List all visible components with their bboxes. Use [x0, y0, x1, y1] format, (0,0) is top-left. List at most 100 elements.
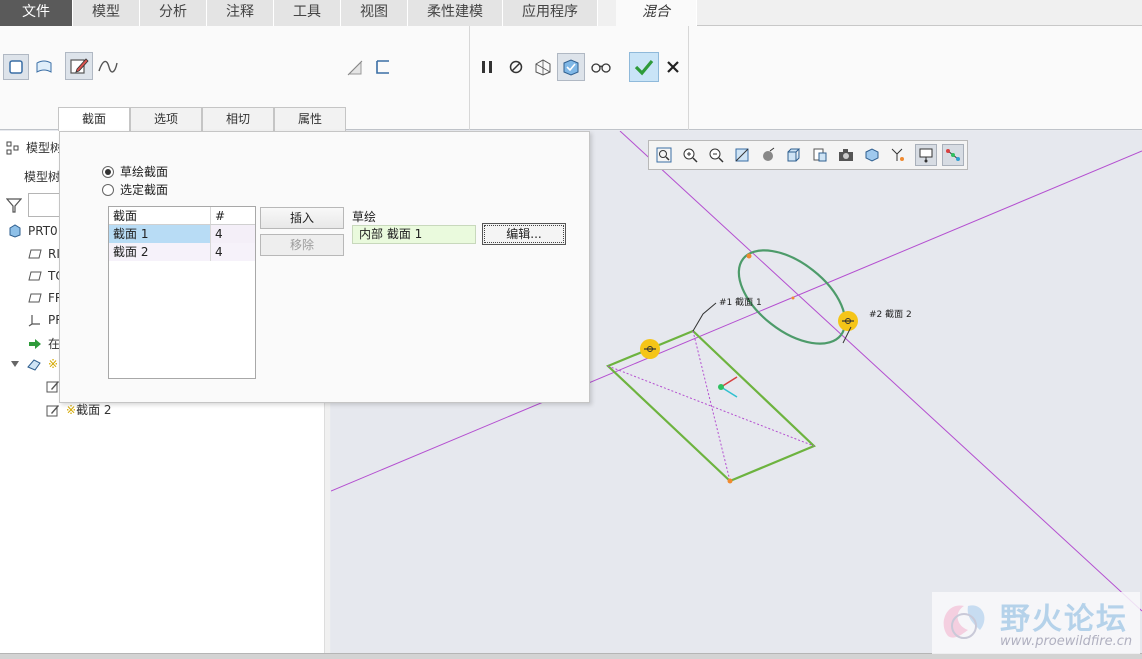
tab-analysis[interactable]: 分析	[140, 0, 207, 26]
surface-button[interactable]	[31, 54, 57, 80]
column-header-count: #	[215, 209, 226, 223]
verify-preview-icon	[563, 59, 579, 76]
section-count-cell: 4	[215, 245, 223, 259]
verify-preview-button[interactable]	[557, 53, 585, 81]
refit-button[interactable]	[653, 144, 675, 166]
preview-mesh-button[interactable]	[530, 54, 556, 80]
repaint-button[interactable]	[731, 144, 753, 166]
section-name-cell: 截面 2	[109, 243, 211, 261]
preview-mesh-icon	[535, 59, 551, 76]
tree-item-front[interactable]: FR	[28, 291, 63, 305]
ok-button[interactable]	[629, 52, 659, 82]
remove-button[interactable]: 移除	[260, 234, 344, 256]
radio-sketched-label: 草绘截面	[120, 165, 169, 179]
pause-icon	[482, 61, 492, 73]
tab-applications[interactable]: 应用程序	[503, 0, 598, 26]
display-style-button[interactable]	[757, 144, 779, 166]
view-manager-button[interactable]	[809, 144, 831, 166]
graphics-toolbar	[648, 140, 968, 170]
subtab-options[interactable]: 选项	[130, 107, 202, 131]
coord-system-icon	[28, 315, 40, 327]
repaint-icon	[735, 148, 749, 162]
zoom-out-button[interactable]	[705, 144, 727, 166]
solid-button[interactable]	[3, 54, 29, 80]
section1-leader-line	[692, 302, 717, 332]
tree-item-label: PRT0	[28, 224, 58, 238]
tab-flexible-modeling[interactable]: 柔性建模	[408, 0, 503, 26]
sketch-pencil-icon	[70, 58, 89, 74]
glasses-preview-button[interactable]	[588, 54, 614, 80]
subtab-tangency[interactable]: 相切	[202, 107, 274, 131]
section1-label: #1 截面 1	[719, 298, 762, 308]
section-count-cell: 4	[211, 225, 255, 243]
sketch-icon	[46, 381, 59, 393]
section-name-cell: 截面 1	[109, 225, 211, 243]
edit-button-label: 编辑...	[484, 225, 564, 243]
saved-views-icon	[787, 148, 801, 162]
subtab-properties[interactable]: 属性	[274, 107, 346, 131]
tab-bar-fill	[697, 0, 1142, 26]
annotation-display-button[interactable]	[915, 144, 937, 166]
table-row[interactable]: 截面 1 4	[109, 225, 255, 243]
tree-item-section2[interactable]: ※ 截面 2	[46, 401, 112, 418]
watermark-url: www.proewildfire.cn	[1000, 634, 1133, 649]
model-tree-icon	[6, 141, 19, 154]
table-row[interactable]: 截面 2 4	[109, 243, 255, 261]
tree-item-part[interactable]: PRT0	[8, 224, 58, 238]
filter-icon	[6, 198, 22, 213]
radio-sketched-sections[interactable]: 草绘截面	[102, 163, 168, 180]
view-manager-icon	[813, 148, 827, 162]
sections-table: 截面 # 截面 1 4 截面 2 4	[108, 206, 256, 379]
tree-item-insert-here[interactable]: 在	[28, 335, 60, 352]
radio-button-unchecked[interactable]	[102, 183, 114, 196]
radio-selected-label: 选定截面	[120, 183, 169, 197]
new-item-star-icon: ※	[66, 402, 77, 417]
tab-view[interactable]: 视图	[341, 0, 408, 26]
insert-button[interactable]: 插入	[260, 207, 344, 229]
sections-slideup-panel: 草绘截面 选定截面 截面 # 截面 1 4 截面 2 4 插入 移除 草绘 内部…	[59, 131, 590, 403]
sketch-icon	[46, 404, 59, 416]
tree-filter-text: 模型树	[24, 170, 61, 184]
tree-item-label: 截面 2	[76, 403, 112, 417]
saved-orientations-button[interactable]	[783, 144, 805, 166]
remove-material-icon	[347, 60, 363, 76]
tab-annotate[interactable]: 注释	[207, 0, 274, 26]
subtab-sections[interactable]: 截面	[58, 107, 130, 132]
forum-watermark: 野火论坛 www.proewildfire.cn	[932, 592, 1140, 654]
perspective-button[interactable]	[835, 144, 857, 166]
tab-blend[interactable]: 混合	[616, 0, 697, 26]
tree-item-label: ※	[48, 357, 59, 371]
sketched-sections-button[interactable]	[65, 52, 93, 80]
spin-center-button[interactable]	[942, 144, 964, 166]
datum-display-icon	[891, 148, 904, 161]
section-display-button[interactable]	[861, 144, 883, 166]
tab-model[interactable]: 模型	[73, 0, 140, 26]
pause-button[interactable]	[474, 54, 500, 80]
triad-origin	[718, 384, 724, 390]
sketch-value-field: 内部 截面 1	[352, 225, 476, 244]
tree-filter-label: 模型树	[24, 168, 60, 185]
no-preview-button[interactable]	[503, 54, 529, 80]
edit-sketch-button[interactable]: 编辑...	[482, 223, 566, 245]
radio-button-checked[interactable]	[102, 165, 114, 178]
remove-material-button[interactable]	[342, 54, 368, 80]
zoom-in-button[interactable]	[679, 144, 701, 166]
checkmark-icon	[634, 59, 654, 76]
part-icon	[9, 224, 21, 238]
ribbon-tab-bar: 文件 模型 分析 注释 工具 视图 柔性建模 应用程序 混合	[0, 0, 1142, 26]
tree-item-blend[interactable]: ※	[10, 357, 58, 371]
tab-tools[interactable]: 工具	[274, 0, 341, 26]
datum-display-button[interactable]	[887, 144, 909, 166]
column-header-section: 截面	[109, 207, 211, 224]
radio-selected-sections[interactable]: 选定截面	[102, 181, 168, 198]
tab-file[interactable]: 文件	[0, 0, 73, 26]
refit-icon	[656, 147, 672, 163]
tree-item-right[interactable]: RI	[28, 247, 60, 261]
annotation-display-icon	[919, 148, 933, 163]
cancel-button[interactable]	[660, 54, 686, 80]
start-point-marker	[746, 253, 752, 259]
thicken-button[interactable]	[370, 54, 396, 80]
spin-center-icon	[946, 149, 960, 161]
ribbon-separator	[688, 26, 689, 130]
selected-sections-button[interactable]	[95, 54, 121, 80]
